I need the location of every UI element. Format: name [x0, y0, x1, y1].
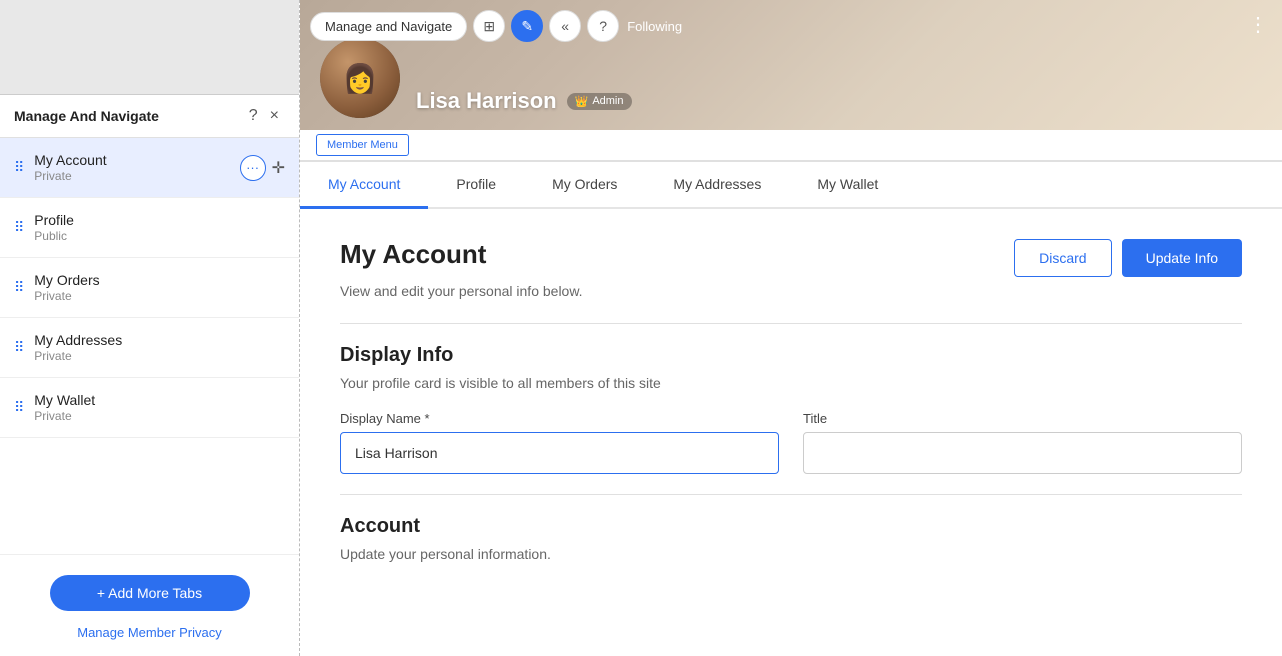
- nav-item-label-my-orders: My Orders: [34, 272, 285, 288]
- avatar-image: 👩: [320, 38, 400, 118]
- admin-label: Admin: [592, 95, 623, 107]
- profile-banner: Manage and Navigate ⊞ ✎ « ? Following ⋮ …: [300, 0, 1282, 130]
- drag-handle-my-orders: ⠿: [14, 279, 24, 296]
- nav-item-text-my-orders: My Orders Private: [34, 272, 285, 303]
- nav-item-profile[interactable]: ⠿ Profile Public: [0, 198, 299, 258]
- nav-item-my-addresses[interactable]: ⠿ My Addresses Private: [0, 318, 299, 378]
- nav-item-my-orders[interactable]: ⠿ My Orders Private: [0, 258, 299, 318]
- account-title: Account: [340, 515, 1242, 538]
- display-name-input[interactable]: [340, 432, 779, 474]
- right-panel: Manage and Navigate ⊞ ✎ « ? Following ⋮ …: [300, 0, 1282, 656]
- profile-name: Lisa Harrison: [416, 88, 557, 114]
- display-name-label: Display Name *: [340, 411, 779, 426]
- display-info-form-row: Display Name * Title: [340, 411, 1242, 474]
- crown-icon: 👑: [575, 95, 589, 108]
- drag-handle-profile: ⠿: [14, 219, 24, 236]
- manage-navigate-button[interactable]: Manage and Navigate: [310, 12, 467, 41]
- nav-item-text-my-wallet: My Wallet Private: [34, 392, 285, 423]
- content-title: My Account: [340, 239, 486, 270]
- move-icon-my-account: ✛: [272, 158, 285, 178]
- toolbar-following-label: Following: [627, 19, 682, 34]
- nav-item-label-my-account: My Account: [34, 152, 239, 168]
- tab-my-addresses[interactable]: My Addresses: [645, 162, 789, 209]
- display-info-subtitle: Your profile card is visible to all memb…: [340, 375, 1242, 391]
- nav-item-text-my-account: My Account Private: [34, 152, 239, 183]
- member-menu-label: Member Menu: [316, 134, 409, 156]
- admin-badge: 👑 Admin: [567, 93, 632, 110]
- banner-more-button[interactable]: ⋮: [1248, 12, 1268, 37]
- display-name-group: Display Name *: [340, 411, 779, 474]
- profile-info: Lisa Harrison 👑 Admin: [416, 88, 632, 114]
- discard-button[interactable]: Discard: [1014, 239, 1111, 277]
- add-more-tabs-button[interactable]: + Add More Tabs: [50, 575, 250, 611]
- title-group: Title: [803, 411, 1242, 474]
- header-actions: Discard Update Info: [1014, 239, 1242, 277]
- toolbar-back-icon[interactable]: «: [549, 10, 581, 42]
- toolbar: Manage and Navigate ⊞ ✎ « ? Following: [310, 10, 682, 42]
- nav-item-sublabel-my-addresses: Private: [34, 349, 285, 363]
- member-menu-bar: Member Menu: [300, 130, 1282, 162]
- nav-item-sublabel-profile: Public: [34, 229, 285, 243]
- display-info-title: Display Info: [340, 344, 1242, 367]
- nav-item-label-my-wallet: My Wallet: [34, 392, 285, 408]
- left-footer: + Add More Tabs Manage Member Privacy: [0, 554, 299, 656]
- drag-handle-my-account: ⠿: [14, 159, 24, 176]
- account-subtitle: Update your personal information.: [340, 546, 1242, 562]
- nav-item-options-my-account[interactable]: ···: [240, 155, 266, 181]
- tab-my-wallet[interactable]: My Wallet: [789, 162, 906, 209]
- tab-my-orders[interactable]: My Orders: [524, 162, 645, 209]
- title-label: Title: [803, 411, 1242, 426]
- nav-item-text-profile: Profile Public: [34, 212, 285, 243]
- content-area: My Account Discard Update Info View and …: [300, 209, 1282, 656]
- toolbar-grid-icon[interactable]: ⊞: [473, 10, 505, 42]
- left-panel: Manage And Navigate ? × ⠿ My Account Pri…: [0, 0, 300, 656]
- drag-handle-my-addresses: ⠿: [14, 339, 24, 356]
- toolbar-edit-icon[interactable]: ✎: [511, 10, 543, 42]
- content-header: My Account Discard Update Info: [340, 239, 1242, 277]
- nav-item-sublabel-my-account: Private: [34, 169, 239, 183]
- nav-item-sublabel-my-wallet: Private: [34, 409, 285, 423]
- nav-item-label-my-addresses: My Addresses: [34, 332, 285, 348]
- profile-avatar: 👩: [320, 38, 400, 118]
- divider-1: [340, 323, 1242, 324]
- nav-item-my-wallet[interactable]: ⠿ My Wallet Private: [0, 378, 299, 438]
- toolbar-help-icon[interactable]: ?: [587, 10, 619, 42]
- tab-my-account[interactable]: My Account: [300, 162, 428, 209]
- account-section: Account Update your personal information…: [340, 515, 1242, 562]
- nav-item-my-account[interactable]: ⠿ My Account Private ··· ✛: [0, 138, 299, 198]
- manage-nav-header: Manage And Navigate ? ×: [0, 95, 299, 138]
- content-subtitle: View and edit your personal info below.: [340, 283, 1242, 299]
- left-top-banner: [0, 0, 299, 95]
- manage-nav-title: Manage And Navigate: [14, 108, 243, 124]
- manage-privacy-link[interactable]: Manage Member Privacy: [77, 625, 222, 640]
- divider-2: [340, 494, 1242, 495]
- nav-items-list: ⠿ My Account Private ··· ✛ ⠿ Profile Pub…: [0, 138, 299, 554]
- title-input[interactable]: [803, 432, 1242, 474]
- drag-handle-my-wallet: ⠿: [14, 399, 24, 416]
- nav-item-label-profile: Profile: [34, 212, 285, 228]
- close-button[interactable]: ×: [264, 105, 285, 127]
- nav-item-sublabel-my-orders: Private: [34, 289, 285, 303]
- update-info-button[interactable]: Update Info: [1122, 239, 1242, 277]
- tab-profile[interactable]: Profile: [428, 162, 524, 209]
- tabs-bar: My Account Profile My Orders My Addresse…: [300, 162, 1282, 209]
- nav-item-text-my-addresses: My Addresses Private: [34, 332, 285, 363]
- help-button[interactable]: ?: [243, 105, 264, 127]
